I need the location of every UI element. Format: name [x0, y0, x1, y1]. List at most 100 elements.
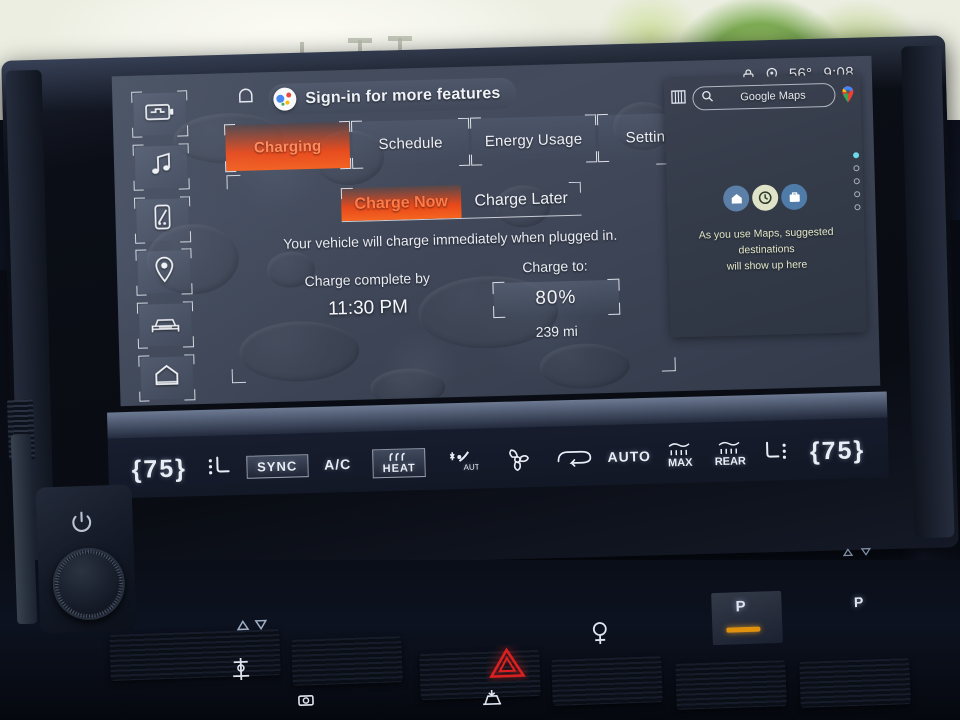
rear-defrost-button[interactable]: REAR: [705, 440, 756, 468]
tab-label: Charging: [253, 137, 322, 157]
sidebar-item-charging[interactable]: [132, 90, 188, 138]
fan-icon: [509, 449, 530, 472]
app-sidebar[interactable]: [126, 90, 200, 402]
location-pin-icon: [153, 256, 175, 289]
driver-temperature[interactable]: { 75 }: [120, 454, 198, 485]
sync-label: SYNC: [245, 453, 309, 479]
pager-dot[interactable]: [853, 165, 860, 172]
maps-header: Google Maps: [664, 74, 861, 119]
rear-defrost-icon: [718, 441, 740, 454]
driver-temp-value: 75: [143, 454, 176, 484]
power-volume-panel[interactable]: [35, 484, 137, 634]
home-icon: [153, 364, 180, 392]
trim-arrows[interactable]: [840, 545, 879, 561]
charge-complete-value: 11:30 PM: [327, 296, 409, 320]
charge-later-button[interactable]: Charge Later: [461, 182, 582, 218]
seat-heat-icon: [208, 456, 230, 475]
volume-knob[interactable]: [51, 546, 127, 622]
rear-view-camera-button[interactable]: [296, 690, 319, 714]
sync-button[interactable]: SYNC: [243, 453, 311, 479]
phone-icon: [153, 204, 172, 235]
tailgate-icon: [483, 689, 502, 706]
parking-brake-button[interactable]: P: [711, 590, 783, 646]
svg-text:AUTO: AUTO: [463, 462, 478, 472]
charge-to-block: Charge to: 80% 239 mi: [471, 256, 641, 342]
power-button-icon[interactable]: [68, 510, 95, 542]
maps-shortcuts[interactable]: [667, 182, 864, 213]
car-icon: [149, 311, 182, 339]
clock-icon: [758, 191, 772, 205]
pager-dot[interactable]: [853, 152, 860, 159]
charge-complete-label: Charge complete by: [304, 269, 431, 290]
shortcut-work[interactable]: [780, 183, 808, 211]
heat-button[interactable]: HEAT: [364, 447, 434, 478]
air-vent: [291, 636, 403, 686]
auto-defrost-icon: AUTO: [449, 451, 478, 472]
shortcut-home[interactable]: [722, 185, 750, 212]
ac-button[interactable]: A/C: [311, 456, 365, 473]
charge-now-button[interactable]: Charge Now: [340, 184, 462, 222]
heat-label: HEAT: [382, 461, 416, 475]
maps-hint-line1: As you use Maps, suggested destinations: [698, 225, 834, 257]
driver-seat-heat-button[interactable]: [198, 454, 244, 481]
charge-to-value: 80%: [535, 286, 577, 309]
auto-defrost-button[interactable]: AUTO: [433, 447, 490, 475]
auto-button[interactable]: AUTO: [603, 448, 655, 465]
charging-panel: Charge Now Charge Later Your vehicle wil…: [226, 163, 676, 384]
traction-control-icon: [233, 657, 250, 681]
rear-label: REAR: [714, 454, 747, 468]
auto-hold-p-label: P: [853, 593, 864, 611]
auto-hold-button[interactable]: [590, 620, 611, 650]
maps-empty-hint: As you use Maps, suggested destinations …: [674, 224, 859, 276]
sidebar-item-vehicle[interactable]: [137, 301, 194, 349]
auto-hold-icon: [592, 622, 607, 645]
ac-label: A/C: [323, 455, 352, 473]
auto-label: AUTO: [607, 447, 652, 466]
estimated-range: 239 mi: [535, 322, 578, 340]
tab-charging[interactable]: Charging: [224, 120, 352, 173]
passenger-seat-heat-button[interactable]: [755, 439, 799, 466]
maps-search-placeholder: Google Maps: [740, 89, 806, 104]
google-maps-card[interactable]: Google Maps As you use Maps, suggested d…: [663, 74, 867, 338]
traction-control-button[interactable]: [230, 656, 253, 686]
max-defrost-button[interactable]: MAX: [655, 441, 706, 469]
tab-energy-usage[interactable]: Energy Usage: [469, 114, 598, 166]
air-vent: [675, 660, 787, 710]
sidebar-item-home[interactable]: [139, 354, 195, 402]
maps-search-input[interactable]: Google Maps: [692, 82, 836, 111]
charge-to-stepper[interactable]: 80%: [491, 278, 620, 319]
seek-buttons[interactable]: [230, 617, 277, 636]
briefcase-icon: [789, 192, 800, 203]
max-label: MAX: [667, 456, 693, 469]
shortcut-recent[interactable]: [751, 184, 779, 212]
home-icon: [731, 193, 742, 204]
air-vent: [551, 656, 663, 706]
hazard-triangle-icon: [489, 647, 526, 678]
sidebar-item-media[interactable]: [133, 143, 189, 191]
charge-mode-hint: Your vehicle will charge immediately whe…: [282, 226, 618, 252]
parking-brake-led: [726, 626, 761, 633]
fan-button[interactable]: [490, 445, 546, 474]
parking-brake-label: P: [735, 598, 746, 616]
seat-heat-icon: [765, 441, 786, 459]
passenger-temperature[interactable]: { 75 }: [798, 435, 876, 466]
tab-label: Schedule: [378, 133, 443, 153]
camera-view-icon: [298, 695, 314, 707]
book-menu-icon[interactable]: [670, 88, 687, 109]
tab-schedule[interactable]: Schedule: [350, 117, 471, 169]
charge-later-label: Charge Later: [474, 189, 569, 210]
heat-waves-icon: [389, 452, 405, 461]
tab-label: Energy Usage: [484, 130, 583, 150]
sidebar-item-phone[interactable]: [134, 195, 191, 244]
infotainment-screen[interactable]: 56° 9:08 Sign-in for more features Charg…: [111, 55, 881, 407]
music-note-icon: [150, 152, 173, 182]
recirculate-button[interactable]: [545, 446, 604, 470]
notification-bell-icon[interactable]: [236, 87, 256, 112]
sign-in-label: Sign-in for more features: [305, 84, 501, 107]
charge-mode-toggle[interactable]: Charge Now Charge Later: [340, 181, 582, 223]
air-vent: [799, 658, 911, 708]
tailgate-button[interactable]: [480, 688, 505, 714]
front-defrost-icon: [668, 442, 690, 455]
sidebar-item-navigation[interactable]: [136, 248, 192, 297]
hazard-button[interactable]: [485, 644, 528, 681]
